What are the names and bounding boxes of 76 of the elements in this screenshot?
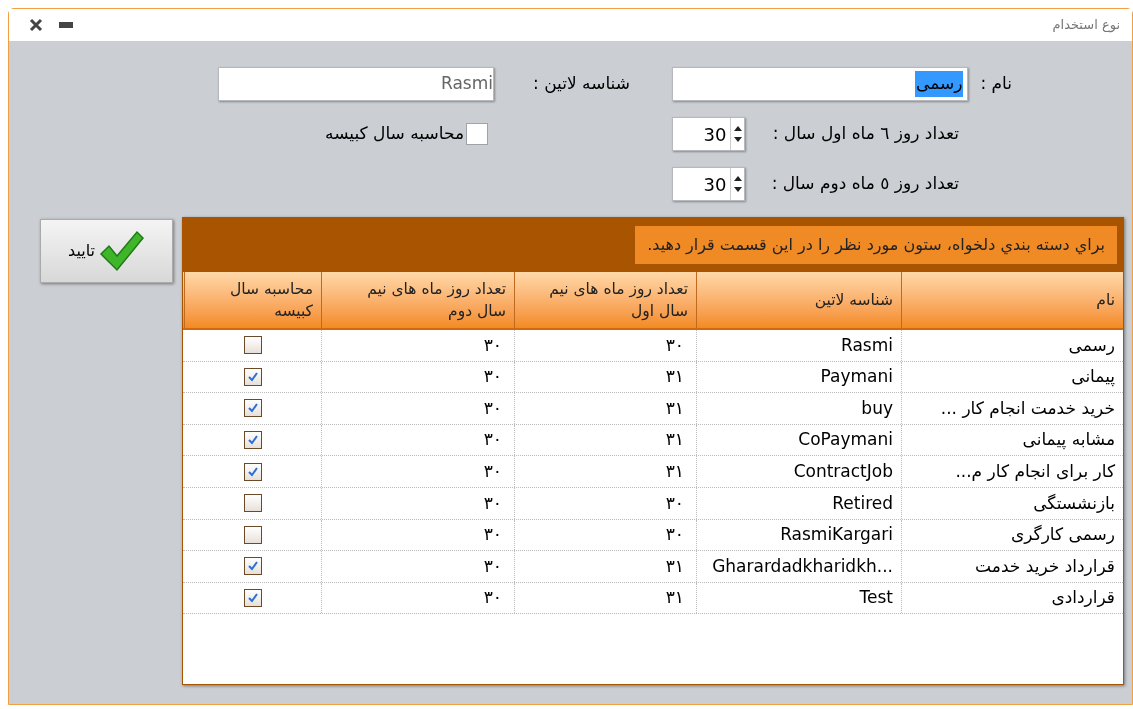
- second-half-days-label: تعداد روز ٥ ماه دوم سال :: [770, 172, 959, 196]
- table-cell: خرید خدمت انجام کار ...: [901, 393, 1123, 424]
- group-by-hint: براي دسته بندي دلخواه، ستون مورد نظر را در اين قسمت قرار دهيد.: [635, 226, 1117, 264]
- table-cell: ۳۰: [514, 519, 696, 551]
- close-icon[interactable]: [29, 18, 43, 32]
- checkmark-icon: [99, 230, 145, 272]
- table-cell: buy: [696, 393, 901, 424]
- latin-id-field[interactable]: Rasmi: [218, 67, 494, 101]
- up-arrow-icon[interactable]: [733, 126, 742, 131]
- check-icon: [246, 402, 259, 415]
- checkbox[interactable]: [243, 336, 262, 355]
- table-cell: مشابه پیمانی: [901, 424, 1123, 456]
- confirm-button[interactable]: تایید: [40, 219, 173, 283]
- check-icon: [246, 592, 259, 605]
- column-header[interactable]: تعداد روز ماه های نیم سال دوم: [356, 278, 506, 322]
- column-header[interactable]: تعداد روز ماه های نیم سال اول: [538, 278, 688, 322]
- check-icon: [246, 560, 259, 573]
- table-cell: CoPaymani: [696, 424, 901, 456]
- table-cell: ۳۰: [321, 330, 514, 361]
- table-cell: ۳۰: [321, 393, 514, 424]
- table-cell: ۳۱: [514, 361, 696, 393]
- up-arrow-icon[interactable]: [733, 176, 742, 181]
- table-cell: قرارداد خرید خدمت: [901, 551, 1123, 582]
- check-icon: [246, 434, 259, 447]
- table-cell: قراردادی: [901, 582, 1123, 614]
- down-arrow-icon[interactable]: [733, 137, 742, 142]
- first-half-days-label: تعداد روز ٦ ماه اول سال :: [771, 122, 959, 146]
- table-cell: ۳۰: [321, 519, 514, 551]
- number-spinner[interactable]: 30: [672, 167, 746, 201]
- check-icon: [246, 465, 259, 478]
- window-title: نوع استخدام: [1052, 16, 1120, 35]
- table-cell: ۳۰: [514, 487, 696, 519]
- column-header[interactable]: محاسبه سال کبیسه: [201, 278, 313, 322]
- leap-year-label: محاسبه سال کبیسه: [325, 122, 464, 145]
- name-label: نام :: [980, 72, 1012, 96]
- checkbox[interactable]: [466, 122, 488, 145]
- selected-text: رسمی: [914, 71, 964, 97]
- column-header[interactable]: شناسه لاتین: [814, 289, 893, 311]
- table-cell: Test: [696, 582, 901, 614]
- name-field[interactable]: رسمی: [672, 67, 969, 101]
- down-arrow-icon[interactable]: [733, 187, 742, 192]
- table-cell: ContractJob: [696, 456, 901, 487]
- checkbox[interactable]: [243, 557, 262, 576]
- table-cell: ۳۱: [514, 456, 696, 487]
- table-cell: Retired: [696, 487, 901, 519]
- table-cell: ۳۰: [321, 424, 514, 456]
- check-icon: [246, 370, 259, 383]
- table-cell: RasmiKargari: [696, 519, 901, 551]
- table-cell: Paymani: [696, 361, 901, 393]
- table-cell: پیمانی: [901, 361, 1123, 393]
- table-cell: ۳۱: [514, 582, 696, 614]
- table-cell: ۳۱: [514, 393, 696, 424]
- table-cell: Gharardadkharidkh...: [696, 551, 901, 582]
- checkbox[interactable]: [243, 431, 262, 450]
- checkbox[interactable]: [243, 494, 262, 513]
- table-cell: Rasmi: [696, 330, 901, 361]
- table-cell: ۳۱: [514, 551, 696, 582]
- checkbox[interactable]: [243, 525, 262, 544]
- table-cell: بازنشستگی: [901, 487, 1123, 519]
- number-spinner[interactable]: 30: [672, 117, 746, 151]
- table-cell: کار برای انجام کار م...: [901, 456, 1123, 487]
- checkbox[interactable]: [243, 589, 262, 608]
- checkbox[interactable]: [243, 367, 262, 386]
- table-cell: ۳۱: [514, 424, 696, 456]
- table-cell: ۳۰: [321, 361, 514, 393]
- checkbox[interactable]: [243, 399, 262, 418]
- column-header[interactable]: نام: [1096, 289, 1115, 311]
- table-cell: ۳۰: [321, 551, 514, 582]
- checkbox[interactable]: [243, 462, 262, 481]
- table-cell: رسمی کارگری: [901, 519, 1123, 551]
- table-cell: رسمی: [901, 330, 1123, 361]
- table-cell: ۳۰: [321, 456, 514, 487]
- table-cell: ۳۰: [514, 330, 696, 361]
- table-cell: ۳۰: [321, 487, 514, 519]
- table-cell: ۳۰: [321, 582, 514, 614]
- latin-id-label: شناسه لاتین :: [532, 72, 630, 96]
